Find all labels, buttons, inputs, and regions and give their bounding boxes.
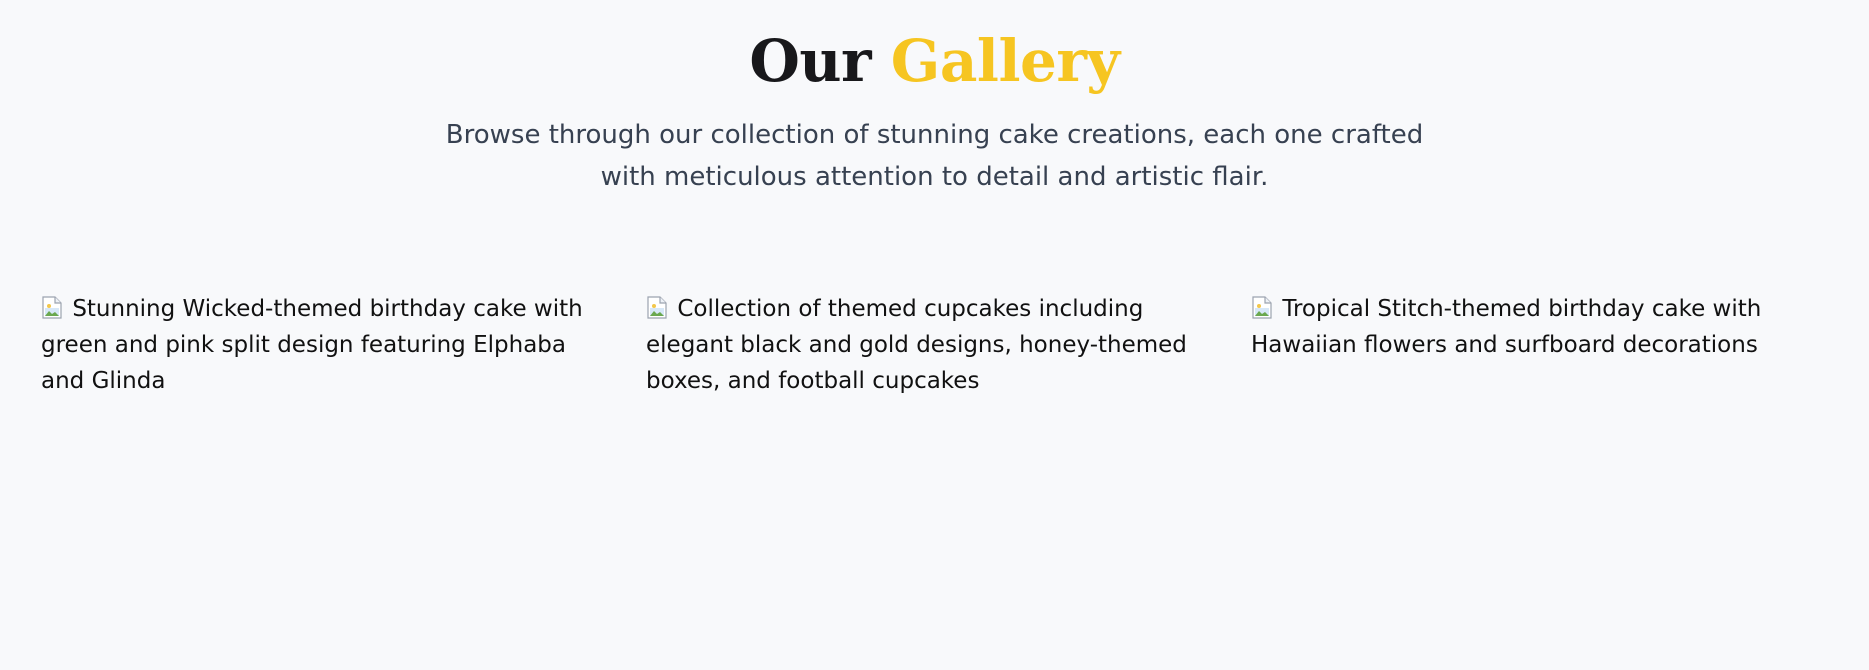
broken-image-icon [1252, 296, 1272, 319]
broken-image-icon [647, 296, 667, 319]
gallery-alt-text: Tropical Stitch-themed birthday cake wit… [1251, 296, 1762, 358]
gallery-grid: Stunning Wicked-themed birthday cake wit… [41, 291, 1828, 399]
gallery-page: Our Gallery Browse through our collectio… [0, 0, 1869, 670]
gallery-alt-text: Collection of themed cupcakes including … [646, 296, 1187, 394]
page-subtitle: Browse through our collection of stunnin… [445, 120, 1424, 192]
title-gallery-accent: Gallery [890, 27, 1120, 95]
broken-image-icon [42, 296, 62, 319]
gallery-alt-text: Stunning Wicked-themed birthday cake wit… [41, 296, 583, 394]
gallery-header: Our Gallery Browse through our collectio… [0, 22, 1869, 198]
page-title: Our Gallery [0, 22, 1869, 100]
gallery-image-wicked-cake[interactable]: Stunning Wicked-themed birthday cake wit… [41, 291, 605, 399]
title-our: Our [749, 27, 872, 95]
gallery-image-themed-cupcakes[interactable]: Collection of themed cupcakes including … [646, 291, 1210, 399]
gallery-image-stitch-cake[interactable]: Tropical Stitch-themed birthday cake wit… [1251, 291, 1815, 399]
